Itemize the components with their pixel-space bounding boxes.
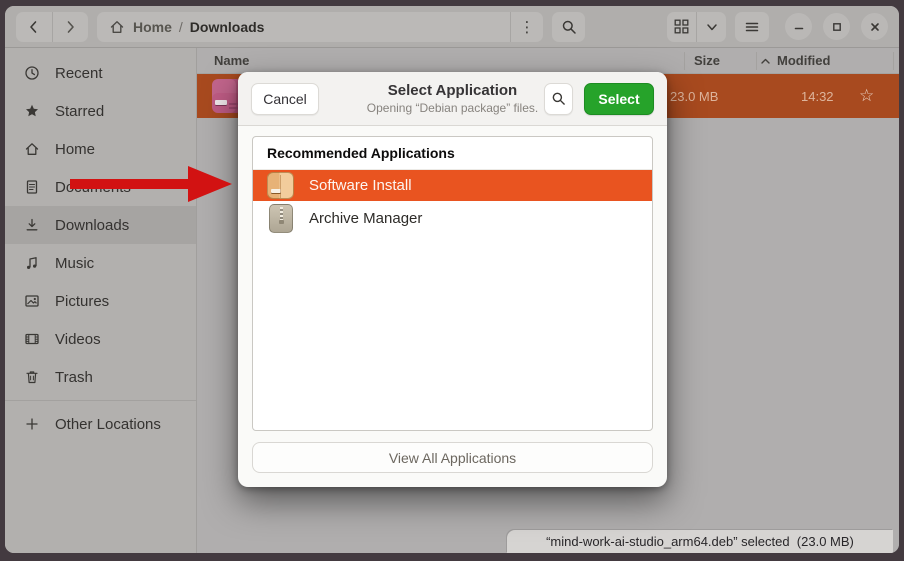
column-name[interactable]: Name bbox=[197, 53, 249, 68]
home-icon bbox=[24, 141, 40, 157]
status-bar: “mind-work-ai-studio_arm64.deb” selected… bbox=[507, 530, 893, 553]
file-size-cell: 23.0 MB bbox=[670, 89, 744, 104]
zip-archive-icon bbox=[269, 204, 293, 233]
status-text: “mind-work-ai-studio_arm64.deb” selected… bbox=[546, 534, 854, 549]
sidebar-item-documents[interactable]: Documents bbox=[5, 168, 196, 206]
sidebar-label: Recent bbox=[55, 65, 103, 82]
chevron-right-icon bbox=[62, 19, 78, 35]
column-header-row: Name Size Modified bbox=[197, 48, 899, 74]
plus-icon bbox=[24, 416, 40, 432]
app-menu-button[interactable] bbox=[735, 12, 769, 42]
kebab-menu-icon: ⋮ bbox=[520, 18, 535, 36]
picture-icon bbox=[24, 293, 40, 309]
app-name: Archive Manager bbox=[309, 210, 422, 227]
sort-ascending-icon bbox=[760, 56, 771, 67]
sidebar-label: Other Locations bbox=[55, 416, 161, 433]
column-divider bbox=[893, 52, 894, 70]
sidebar-item-other-locations[interactable]: Other Locations bbox=[5, 405, 196, 443]
close-icon bbox=[868, 20, 882, 34]
sidebar-item-trash[interactable]: Trash bbox=[5, 358, 196, 396]
sidebar-label: Starred bbox=[55, 103, 104, 120]
clock-icon bbox=[24, 65, 40, 81]
chevron-left-icon bbox=[26, 19, 42, 35]
music-note-icon bbox=[24, 255, 40, 271]
star-outline-icon[interactable]: ☆ bbox=[859, 74, 874, 118]
app-name: Software Install bbox=[309, 177, 412, 194]
chevron-down-icon bbox=[705, 20, 719, 34]
sidebar-label: Pictures bbox=[55, 293, 109, 310]
breadcrumb: Home / Downloads ⋮ bbox=[97, 12, 543, 42]
sidebar-item-music[interactable]: Music bbox=[5, 244, 196, 282]
column-modified[interactable]: Modified bbox=[777, 53, 830, 68]
sidebar-item-recent[interactable]: Recent bbox=[5, 54, 196, 92]
dialog-body: Recommended Applications Software Instal… bbox=[238, 126, 667, 473]
sidebar-label: Documents bbox=[55, 179, 131, 196]
sidebar-item-downloads[interactable]: Downloads bbox=[5, 206, 196, 244]
sidebar-label: Videos bbox=[55, 331, 101, 348]
dialog-subtitle: Opening “Debian package” files. bbox=[323, 101, 583, 115]
maximize-button[interactable] bbox=[823, 13, 850, 40]
sidebar-item-starred[interactable]: Starred bbox=[5, 92, 196, 130]
column-divider bbox=[684, 52, 685, 70]
window-controls bbox=[785, 13, 888, 40]
view-options-button[interactable] bbox=[696, 12, 726, 42]
history-nav-group bbox=[16, 12, 88, 42]
dialog-title: Select Application bbox=[323, 82, 583, 101]
trash-icon bbox=[24, 369, 40, 385]
sidebar-item-home[interactable]: Home bbox=[5, 130, 196, 168]
star-icon bbox=[24, 103, 40, 119]
view-toggle-group bbox=[667, 12, 726, 42]
section-header: Recommended Applications bbox=[253, 137, 652, 170]
maximize-icon bbox=[830, 20, 844, 34]
minimize-icon bbox=[792, 20, 806, 34]
sidebar-label: Trash bbox=[55, 369, 93, 386]
sidebar: Recent Starred Home Documents Downloads … bbox=[5, 48, 197, 553]
sidebar-item-pictures[interactable]: Pictures bbox=[5, 282, 196, 320]
select-application-dialog: Cancel Select Application Opening “Debia… bbox=[238, 72, 667, 487]
home-icon bbox=[109, 19, 125, 35]
document-icon bbox=[24, 179, 40, 195]
column-size[interactable]: Size bbox=[694, 53, 720, 68]
sidebar-separator bbox=[5, 400, 196, 401]
file-modified-cell: 14:32 bbox=[801, 89, 841, 104]
search-icon bbox=[561, 19, 577, 35]
titlebar: Home / Downloads ⋮ bbox=[5, 6, 899, 48]
grid-view-icon bbox=[674, 19, 689, 34]
cancel-button[interactable]: Cancel bbox=[251, 83, 319, 115]
hamburger-menu-icon bbox=[744, 19, 760, 35]
breadcrumb-separator: / bbox=[179, 19, 183, 35]
select-button[interactable]: Select bbox=[584, 83, 654, 115]
breadcrumb-current[interactable]: Downloads bbox=[190, 19, 265, 35]
download-icon bbox=[24, 217, 40, 233]
view-all-applications-button[interactable]: View All Applications bbox=[252, 442, 653, 473]
close-button[interactable] bbox=[861, 13, 888, 40]
film-icon bbox=[24, 331, 40, 347]
sidebar-label: Home bbox=[55, 141, 95, 158]
deb-package-icon bbox=[267, 172, 294, 199]
dialog-header: Cancel Select Application Opening “Debia… bbox=[238, 72, 667, 126]
search-button[interactable] bbox=[552, 12, 585, 42]
sidebar-item-videos[interactable]: Videos bbox=[5, 320, 196, 358]
app-row-archive-manager[interactable]: Archive Manager bbox=[253, 201, 652, 236]
app-row-software-install[interactable]: Software Install bbox=[253, 170, 652, 201]
column-divider bbox=[756, 52, 757, 70]
sidebar-label: Downloads bbox=[55, 217, 129, 234]
application-list: Recommended Applications Software Instal… bbox=[252, 136, 653, 431]
path-menu-button[interactable]: ⋮ bbox=[510, 12, 543, 42]
dialog-title-block: Select Application Opening “Debian packa… bbox=[323, 82, 583, 116]
sidebar-label: Music bbox=[55, 255, 94, 272]
grid-view-button[interactable] bbox=[667, 12, 696, 42]
forward-button[interactable] bbox=[52, 12, 89, 42]
back-button[interactable] bbox=[16, 12, 52, 42]
minimize-button[interactable] bbox=[785, 13, 812, 40]
breadcrumb-home[interactable]: Home bbox=[133, 19, 172, 35]
